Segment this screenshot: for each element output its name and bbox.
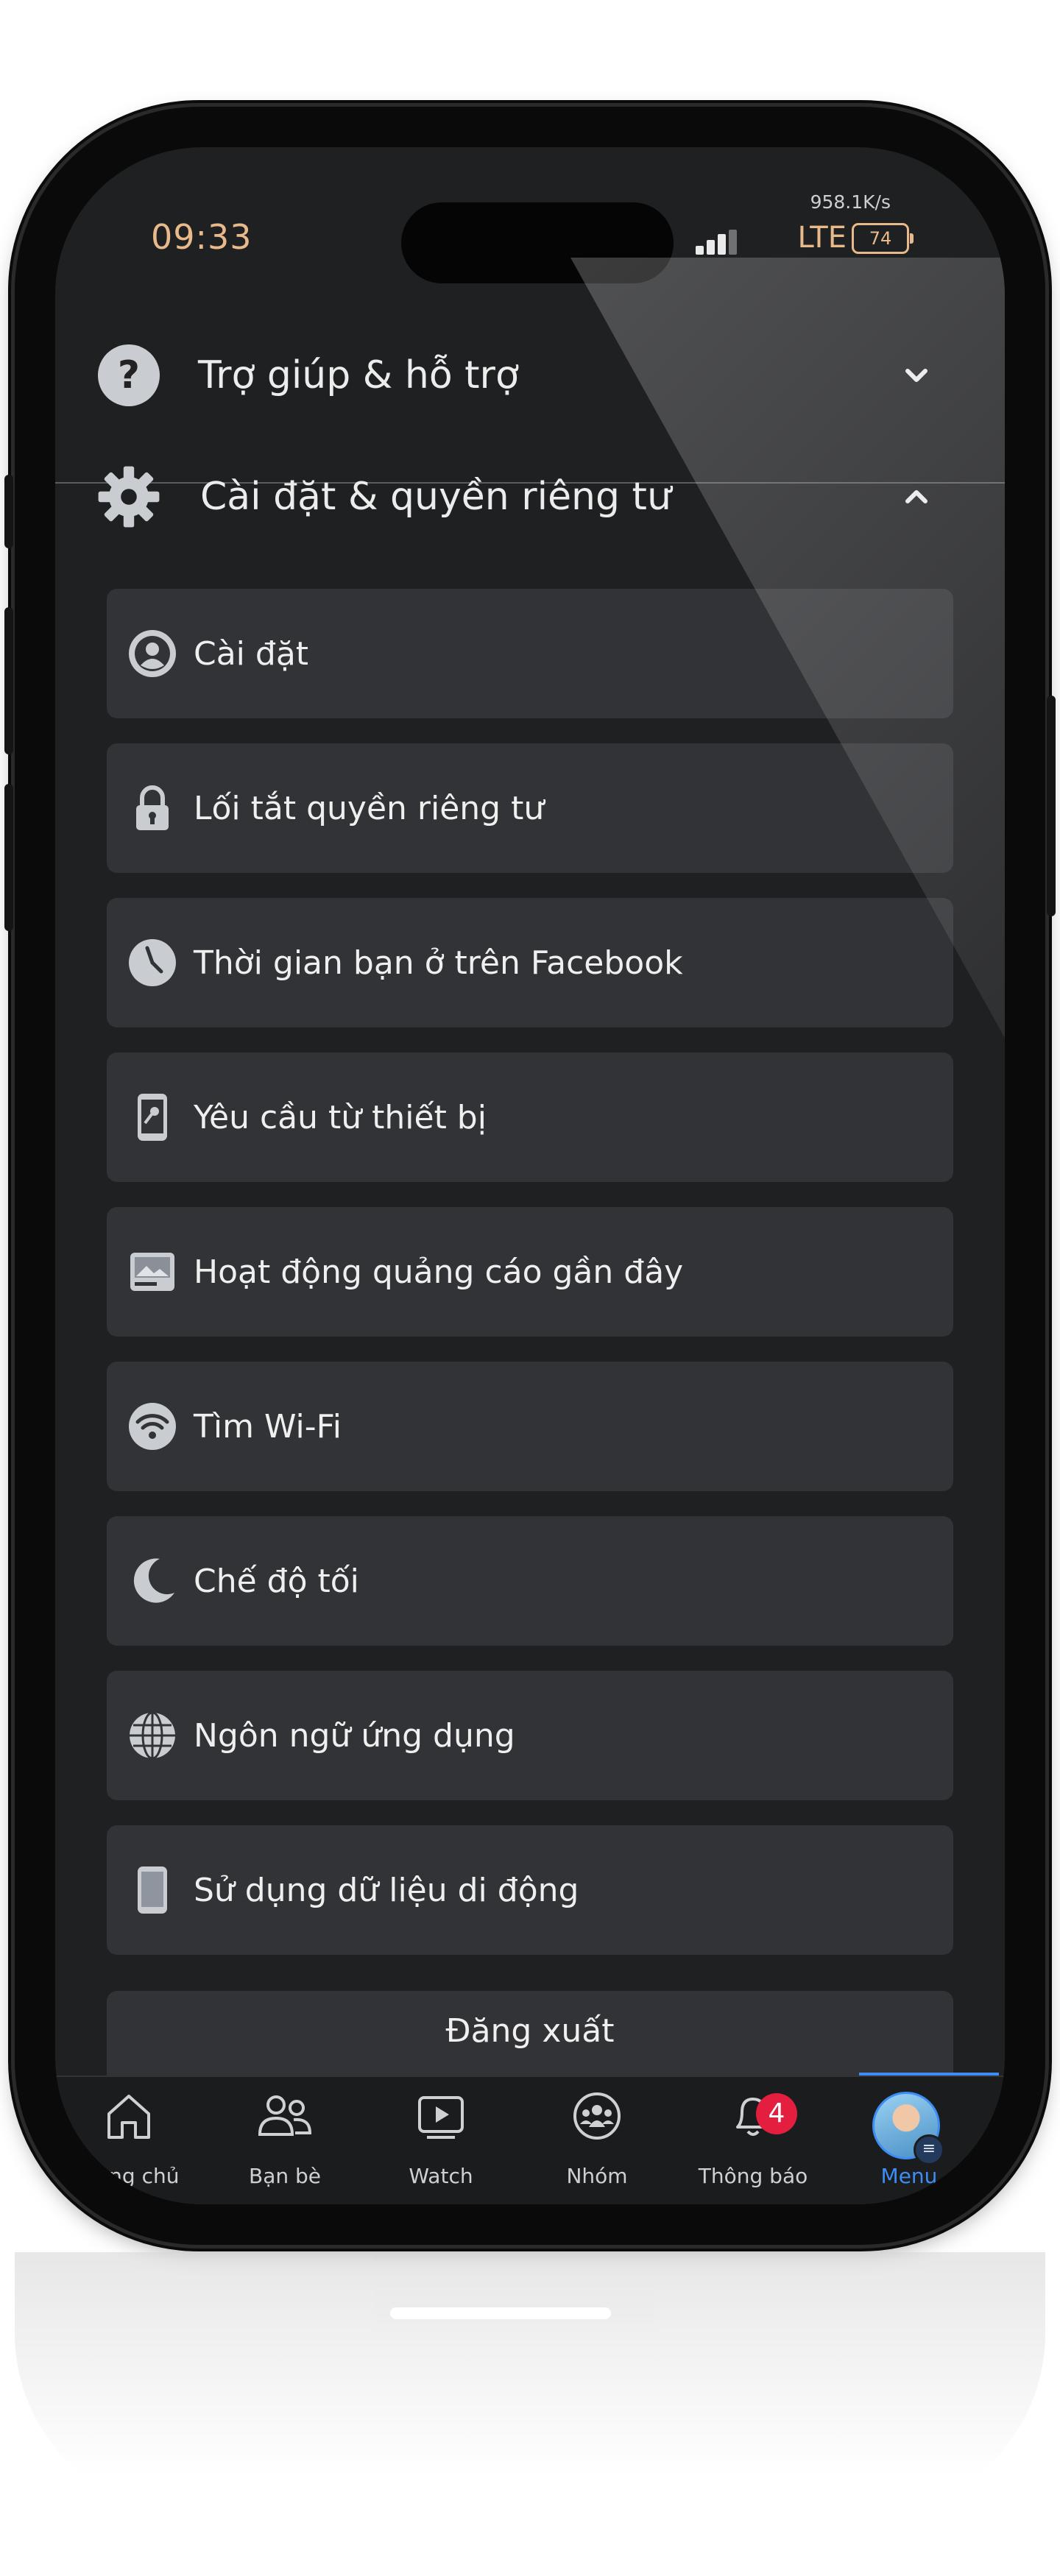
mobile-device-icon — [138, 1866, 167, 1914]
video-play-icon — [418, 2096, 464, 2139]
clock-icon — [129, 939, 176, 986]
tab-label: Thông báo — [698, 2164, 808, 2188]
settings-item-mobile-data[interactable]: Sử dụng dữ liệu di động — [107, 1825, 953, 1955]
home-icon — [107, 2095, 150, 2139]
settings-item-label: Sử dụng dữ liệu di động — [194, 1871, 579, 1909]
tab-label: Nhóm — [566, 2164, 628, 2188]
settings-item-label: Yêu cầu từ thiết bị — [194, 1098, 487, 1136]
settings-item-app-language[interactable]: Ngôn ngữ ứng dụng — [107, 1671, 953, 1800]
bottom-tab-bar: Trang chủ Bạn bè Watch Nhóm 4 Thông báo … — [55, 2076, 1005, 2204]
tab-groups[interactable]: Nhóm — [523, 2077, 671, 2204]
settings-item-time-on-facebook[interactable]: Thời gian bạn ở trên Facebook — [107, 898, 953, 1027]
user-circle-icon — [129, 630, 176, 677]
action-button — [4, 475, 13, 548]
phone-key-icon — [138, 1094, 167, 1141]
ad-image-icon — [130, 1253, 174, 1291]
settings-item-label: Cài đặt — [194, 634, 309, 673]
settings-item-find-wifi[interactable]: Tìm Wi-Fi — [107, 1362, 953, 1491]
chevron-up-icon — [905, 490, 928, 503]
status-time: 09:33 — [151, 217, 252, 257]
tab-notifications[interactable]: 4 Thông báo — [679, 2077, 827, 2204]
tab-label: Trang chủ — [78, 2164, 180, 2188]
settings-item-label: Hoạt động quảng cáo gần đây — [194, 1253, 684, 1291]
settings-item-recent-ad-activity[interactable]: Hoạt động quảng cáo gần đây — [107, 1207, 953, 1337]
volume-up-button — [4, 607, 13, 754]
tab-label: Menu — [880, 2164, 938, 2188]
signal-icon — [696, 230, 740, 255]
battery-level: 74 — [869, 228, 892, 249]
settings-item-label: Tìm Wi-Fi — [194, 1407, 342, 1446]
tab-label: Bạn bè — [248, 2164, 321, 2188]
settings-section-header[interactable]: Cài đặt & quyền riêng tư — [55, 442, 1005, 552]
gear-icon — [98, 466, 160, 528]
help-section-title: Trợ giúp & hỗ trợ — [198, 353, 519, 397]
dynamic-island — [401, 202, 674, 283]
settings-item-label: Lối tắt quyền riêng tư — [194, 789, 545, 827]
reflection-home-indicator — [390, 2307, 611, 2319]
settings-item-label: Chế độ tối — [194, 1562, 359, 1600]
settings-item-settings[interactable]: Cài đặt — [107, 589, 953, 718]
phone-reflection — [15, 2252, 1045, 2517]
tab-menu[interactable]: ≡ Menu — [835, 2077, 983, 2204]
tab-watch[interactable]: Watch — [367, 2077, 515, 2204]
lock-icon — [136, 785, 169, 830]
settings-item-privacy-shortcuts[interactable]: Lối tắt quyền riêng tư — [107, 743, 953, 873]
battery-icon: 74 — [852, 223, 914, 254]
globe-icon — [130, 1711, 175, 1760]
settings-section-title: Cài đặt & quyền riêng tư — [200, 475, 671, 519]
settings-item-label: Ngôn ngữ ứng dụng — [194, 1716, 515, 1755]
phone-frame: 09:33 958.1K/s LTE 74 ? Trợ giúp & hỗ tr… — [4, 107, 1056, 2245]
help-section-header[interactable]: ? Trợ giúp & hỗ trợ — [55, 320, 1005, 431]
chevron-down-icon — [905, 369, 928, 382]
tab-home[interactable]: Trang chủ — [55, 2077, 202, 2204]
logout-button[interactable]: Đăng xuất — [107, 1991, 953, 2087]
tab-label: Watch — [409, 2164, 473, 2188]
volume-down-button — [4, 784, 13, 931]
settings-item-label: Thời gian bạn ở trên Facebook — [194, 944, 683, 982]
friends-icon — [258, 2095, 312, 2136]
tab-friends[interactable]: Bạn bè — [211, 2077, 358, 2204]
menu-lines-icon: ≡ — [914, 2134, 944, 2165]
settings-item-device-requests[interactable]: Yêu cầu từ thiết bị — [107, 1052, 953, 1182]
settings-item-dark-mode[interactable]: Chế độ tối — [107, 1516, 953, 1646]
screen: 09:33 958.1K/s LTE 74 ? Trợ giúp & hỗ tr… — [55, 147, 1005, 2204]
moon-icon — [133, 1558, 174, 1603]
wifi-icon — [129, 1403, 176, 1450]
network-type: LTE — [797, 221, 847, 255]
network-speed: 958.1K/s — [810, 191, 891, 213]
notification-badge: 4 — [756, 2093, 797, 2134]
groups-icon — [573, 2092, 621, 2140]
power-button — [1047, 696, 1056, 916]
question-circle-icon: ? — [98, 344, 160, 406]
